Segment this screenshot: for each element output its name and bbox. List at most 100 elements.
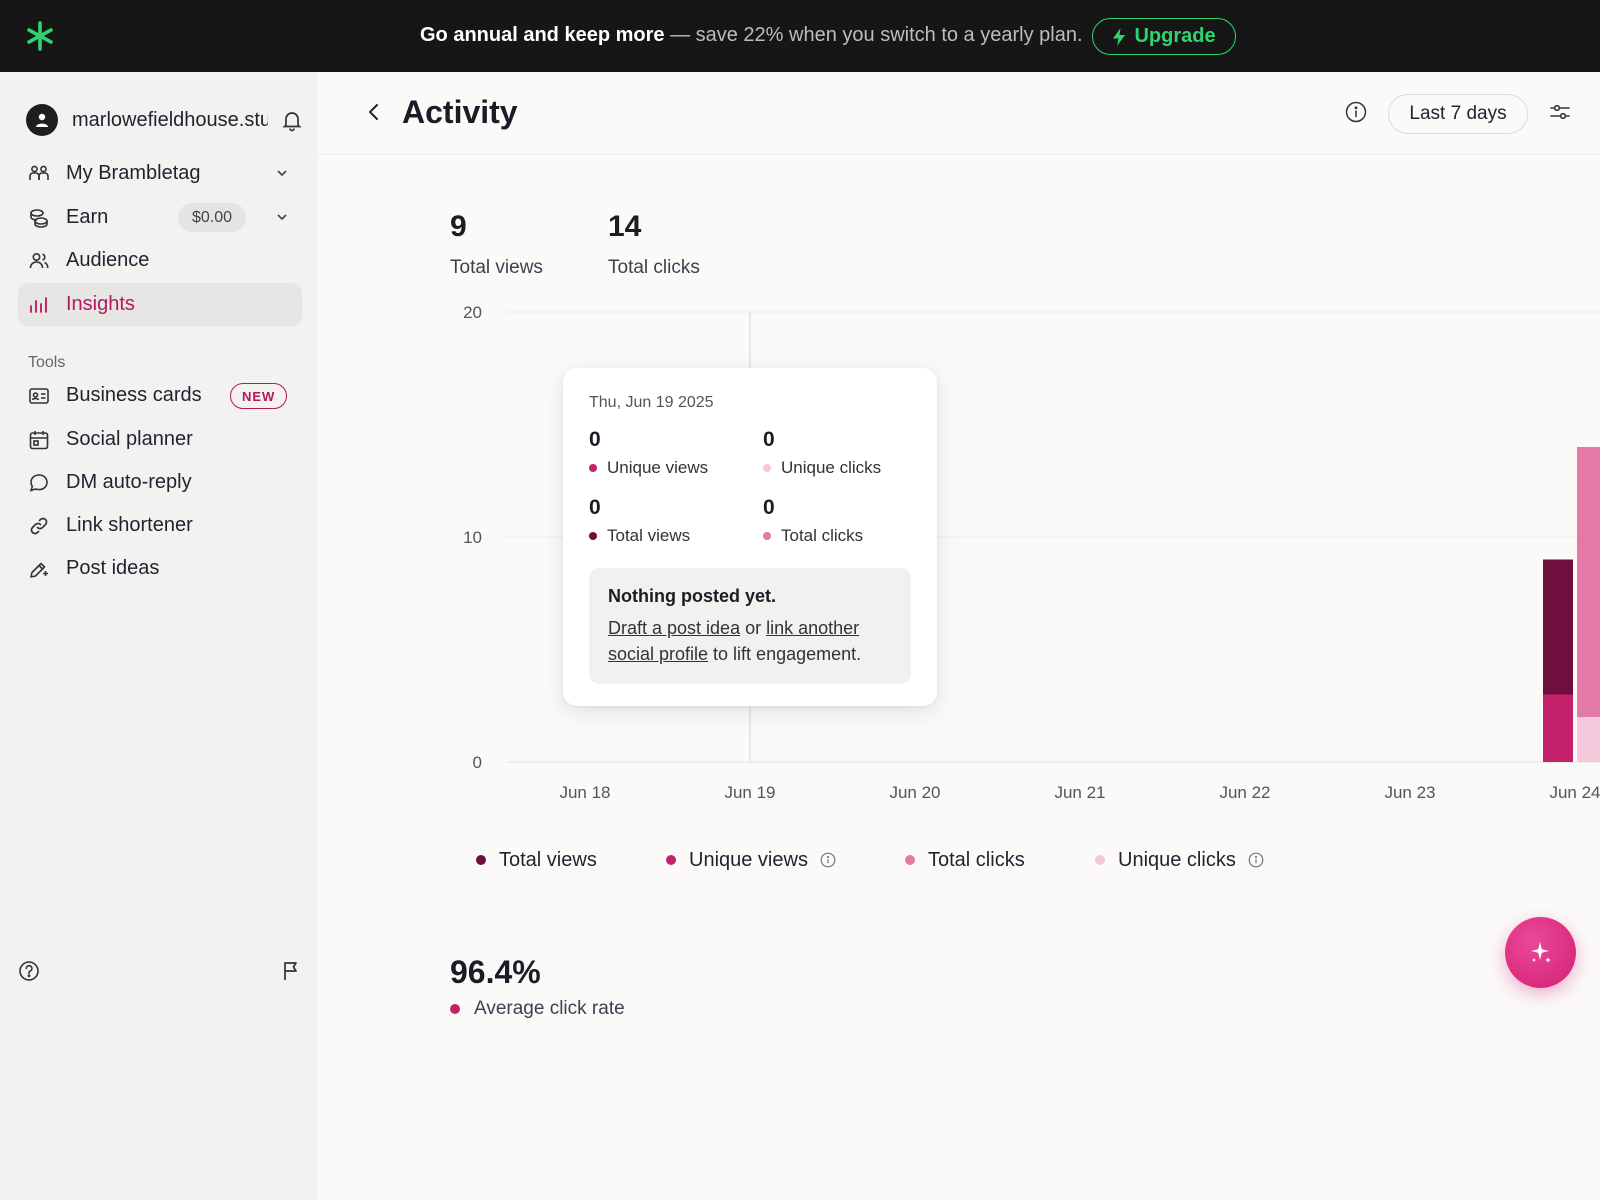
legend-dot <box>905 855 915 865</box>
id-card-icon <box>29 387 49 404</box>
sidebar-item-label: Business cards <box>66 384 202 406</box>
tooltip-unique-clicks: 0 Unique clicks <box>763 428 933 478</box>
calendar-icon <box>29 430 49 449</box>
chevron-down-icon <box>277 214 287 221</box>
promo-banner: Go annual and keep more — save 22% when … <box>0 0 1600 72</box>
sidebar-item-link-shortener[interactable]: Link shortener <box>18 504 302 547</box>
note-tail: to lift engagement. <box>708 644 862 664</box>
upgrade-button[interactable]: Upgrade <box>1092 18 1236 55</box>
tooltip-value: 0 <box>763 496 775 519</box>
sidebar-item-label: Audience <box>66 249 150 271</box>
sidebar-item-earn[interactable]: Earn $0.00 <box>18 196 302 239</box>
note-body: Draft a post idea or link another social… <box>608 615 892 667</box>
chat-bubble-icon <box>29 473 48 492</box>
sidebar-item-dm-auto-reply[interactable]: DM auto-reply <box>18 461 302 504</box>
legend-dot <box>1095 855 1105 865</box>
tooltip-empty-note: Nothing posted yet. Draft a post idea or… <box>589 568 911 684</box>
total-views-label: Total views <box>450 257 543 278</box>
info-icon[interactable] <box>820 852 836 868</box>
x-tick-label: Jun 20 <box>889 783 940 802</box>
chart-tooltip: Thu, Jun 19 2025 0 Unique views 0 Unique… <box>563 368 937 706</box>
sparkle-icon <box>1530 941 1551 963</box>
sidebar-item-label: DM auto-reply <box>66 471 192 493</box>
click-rate-value: 96.4% <box>450 954 541 990</box>
tooltip-unique-views: 0 Unique views <box>589 428 759 478</box>
activity-chart: 0 10 20 Jun 18 Jun 19 Jun 20 Jun 21 Jun 22 Jun 2… <box>318 290 1600 810</box>
chevron-down-icon <box>277 170 287 177</box>
tooltip-value: 0 <box>589 496 601 519</box>
legend-label: Unique clicks <box>1118 848 1236 871</box>
x-tick-label: Jun 24 <box>1549 783 1600 802</box>
back-arrow-icon[interactable] <box>362 100 386 124</box>
legend-total-clicks[interactable]: Total clicks <box>905 848 1025 872</box>
flag-icon[interactable] <box>280 960 302 982</box>
total-clicks-label: Total clicks <box>608 257 700 278</box>
unique-views-dot <box>589 464 597 472</box>
unique-clicks-dot <box>763 464 771 472</box>
total-clicks-value: 14 <box>608 210 642 243</box>
sidebar-item-my-brambletag[interactable]: My Brambletag <box>18 152 302 195</box>
sidebar-item-post-ideas[interactable]: Post ideas <box>18 547 302 590</box>
note-title: Nothing posted yet. <box>608 586 776 606</box>
sidebar-item-label: Earn <box>66 206 109 228</box>
note-or: or <box>740 618 767 638</box>
click-rate-dot <box>450 1004 460 1014</box>
y-tick-label: 0 <box>473 753 482 772</box>
ai-assistant-button[interactable] <box>1505 917 1576 988</box>
legend-unique-clicks[interactable]: Unique clicks <box>1095 848 1264 872</box>
date-range-button[interactable]: Last 7 days <box>1388 94 1528 134</box>
total-views-dot <box>589 532 597 540</box>
info-icon[interactable] <box>1248 852 1264 868</box>
sidebar-item-label: Post ideas <box>66 557 160 579</box>
draft-post-idea-link[interactable]: Draft a post idea <box>608 618 740 638</box>
user-silhouette-icon <box>36 113 48 127</box>
sidebar-item-social-planner[interactable]: Social planner <box>18 418 302 461</box>
sidebar-item-label: Social planner <box>66 428 193 450</box>
total-views-value: 9 <box>450 210 467 243</box>
click-rate-text: Average click rate <box>474 998 625 1019</box>
legend-unique-views[interactable]: Unique views <box>666 848 836 872</box>
info-icon[interactable] <box>1344 100 1368 124</box>
tooltip-label: Total clicks <box>781 526 864 545</box>
sidebar-item-audience[interactable]: Audience <box>18 239 302 282</box>
avatar <box>26 104 58 136</box>
asterisk-logo-icon[interactable] <box>26 20 54 52</box>
y-tick-label: 10 <box>463 528 482 547</box>
tooltip-value: 0 <box>589 428 601 451</box>
sidebar-item-business-cards[interactable]: Business cards NEW <box>18 374 302 417</box>
y-tick-label: 20 <box>463 303 482 322</box>
page-header: Activity Last 7 days <box>318 72 1600 155</box>
date-range-label: Last 7 days <box>1409 103 1507 124</box>
click-rate-label: Average click rate <box>450 998 625 1020</box>
x-tick-label: Jun 21 <box>1054 783 1105 802</box>
x-tick-label: Jun 22 <box>1219 783 1270 802</box>
bar-chart-icon <box>30 296 47 313</box>
coins-icon <box>30 208 48 228</box>
earnings-badge: $0.00 <box>178 203 247 232</box>
pen-sparkle-icon <box>30 562 48 578</box>
banner-message: Go annual and keep more — save 22% when … <box>420 24 1083 47</box>
x-tick-label: Jun 23 <box>1384 783 1435 802</box>
bar-unique-clicks <box>1577 717 1600 762</box>
account-name: marlowefieldhouse.studio <box>72 108 268 131</box>
x-tick-label: Jun 18 <box>559 783 610 802</box>
legend-dot <box>476 855 486 865</box>
upgrade-label: Upgrade <box>1134 25 1216 47</box>
legend-dot <box>666 855 676 865</box>
legend-total-views[interactable]: Total views <box>476 848 597 872</box>
tooltip-date: Thu, Jun 19 2025 <box>589 394 714 411</box>
sidebar-item-insights[interactable]: Insights <box>18 283 302 326</box>
bell-icon[interactable] <box>280 108 304 132</box>
account-switcher[interactable]: marlowefieldhouse.studio <box>26 102 306 138</box>
legend-label: Total clicks <box>928 848 1025 871</box>
tooltip-label: Total views <box>607 526 691 545</box>
legend-label: Total views <box>499 848 597 871</box>
tooltip-total-views: 0 Total views <box>589 496 759 546</box>
filter-sliders-icon[interactable] <box>1548 100 1572 124</box>
lightning-icon <box>1113 27 1126 46</box>
tooltip-value: 0 <box>763 428 775 451</box>
users-icon <box>29 252 49 268</box>
sidebar-item-label: Link shortener <box>66 514 193 536</box>
help-circle-icon[interactable] <box>18 960 40 982</box>
sidebar-item-label: Insights <box>66 293 135 315</box>
